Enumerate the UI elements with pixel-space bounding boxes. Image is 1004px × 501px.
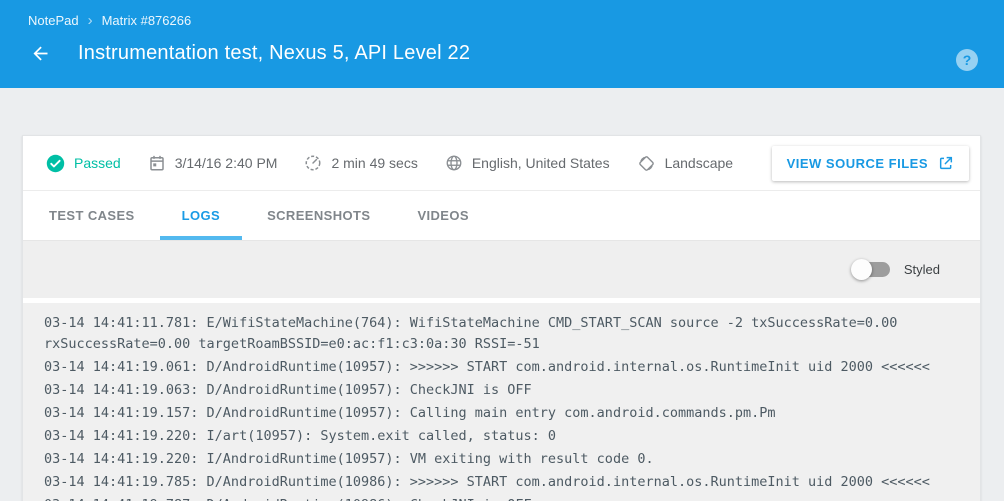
- log-line: 03-14 14:41:19.220: I/art(10957): System…: [44, 426, 960, 447]
- styled-toggle[interactable]: [855, 262, 890, 277]
- orientation-label: Landscape: [665, 155, 734, 171]
- log-entry: 03-14 14:41:19.785: D/AndroidRuntime(109…: [44, 472, 960, 493]
- status-label: Passed: [74, 155, 121, 171]
- log-line: rxSuccessRate=0.00 targetRoamBSSID=e0:ac…: [44, 334, 960, 355]
- log-line: 03-14 14:41:19.787: D/AndroidRuntime(109…: [44, 495, 960, 501]
- log-entry: 03-14 14:41:19.220: I/AndroidRuntime(109…: [44, 449, 960, 470]
- log-entry: 03-14 14:41:19.787: D/AndroidRuntime(109…: [44, 495, 960, 501]
- summary-row: Passed 3/14/16 2:40 PM 2: [23, 136, 980, 191]
- log-entry: 03-14 14:41:19.063: D/AndroidRuntime(109…: [44, 380, 960, 401]
- tab-videos[interactable]: VIDEOS: [395, 191, 491, 240]
- duration-label: 2 min 49 secs: [331, 155, 417, 171]
- timer-icon: [304, 154, 322, 172]
- check-circle-icon: [46, 154, 65, 173]
- help-button[interactable]: ?: [956, 49, 978, 71]
- arrow-left-icon: [30, 43, 51, 64]
- log-entry: 03-14 14:41:19.061: D/AndroidRuntime(109…: [44, 357, 960, 378]
- log-entry: 03-14 14:41:19.220: I/art(10957): System…: [44, 426, 960, 447]
- view-source-files-label: VIEW SOURCE FILES: [787, 156, 928, 171]
- summary-orientation: Landscape: [637, 154, 734, 173]
- log-entry: 03-14 14:41:19.157: D/AndroidRuntime(109…: [44, 403, 960, 424]
- summary-duration: 2 min 49 secs: [304, 154, 417, 172]
- breadcrumb-current: Matrix #876266: [102, 13, 192, 28]
- log-line: 03-14 14:41:11.781: E/WifiStateMachine(7…: [44, 313, 960, 334]
- view-source-files-button[interactable]: VIEW SOURCE FILES: [772, 146, 969, 181]
- calendar-icon: [148, 154, 166, 172]
- breadcrumb-parent[interactable]: NotePad: [28, 13, 79, 28]
- summary-locale: English, United States: [445, 154, 610, 172]
- status-passed: Passed: [46, 154, 121, 173]
- tab-test-cases[interactable]: TEST CASES: [27, 191, 157, 240]
- summary-date: 3/14/16 2:40 PM: [148, 154, 278, 172]
- tabs-bar: TEST CASES LOGS SCREENSHOTS VIDEOS: [23, 191, 980, 241]
- globe-icon: [445, 154, 463, 172]
- styled-toggle-knob[interactable]: [851, 259, 872, 280]
- log-line: 03-14 14:41:19.063: D/AndroidRuntime(109…: [44, 380, 960, 401]
- test-result-card: Passed 3/14/16 2:40 PM 2: [22, 135, 981, 501]
- log-line: 03-14 14:41:19.061: D/AndroidRuntime(109…: [44, 357, 960, 378]
- back-button[interactable]: [28, 41, 52, 65]
- app-bar: NotePad › Matrix #876266 Instrumentation…: [0, 0, 1004, 88]
- locale-label: English, United States: [472, 155, 610, 171]
- log-output: 03-14 14:41:11.781: E/WifiStateMachine(7…: [23, 303, 980, 501]
- screen-rotation-icon: [637, 154, 656, 173]
- log-toolbar: Styled: [23, 241, 980, 303]
- question-mark-icon: ?: [963, 52, 972, 68]
- log-line: 03-14 14:41:19.220: I/AndroidRuntime(109…: [44, 449, 960, 470]
- date-label: 3/14/16 2:40 PM: [175, 155, 278, 171]
- page-title: Instrumentation test, Nexus 5, API Level…: [78, 42, 470, 65]
- log-line: 03-14 14:41:19.157: D/AndroidRuntime(109…: [44, 403, 960, 424]
- tab-screenshots[interactable]: SCREENSHOTS: [245, 191, 392, 240]
- log-entry: 03-14 14:41:11.781: E/WifiStateMachine(7…: [44, 313, 960, 355]
- open-in-new-icon: [938, 155, 954, 171]
- breadcrumb: NotePad › Matrix #876266: [28, 13, 980, 28]
- log-line: 03-14 14:41:19.785: D/AndroidRuntime(109…: [44, 472, 960, 493]
- chevron-right-icon: ›: [88, 13, 93, 28]
- tab-logs[interactable]: LOGS: [160, 191, 242, 240]
- styled-toggle-label: Styled: [904, 262, 940, 277]
